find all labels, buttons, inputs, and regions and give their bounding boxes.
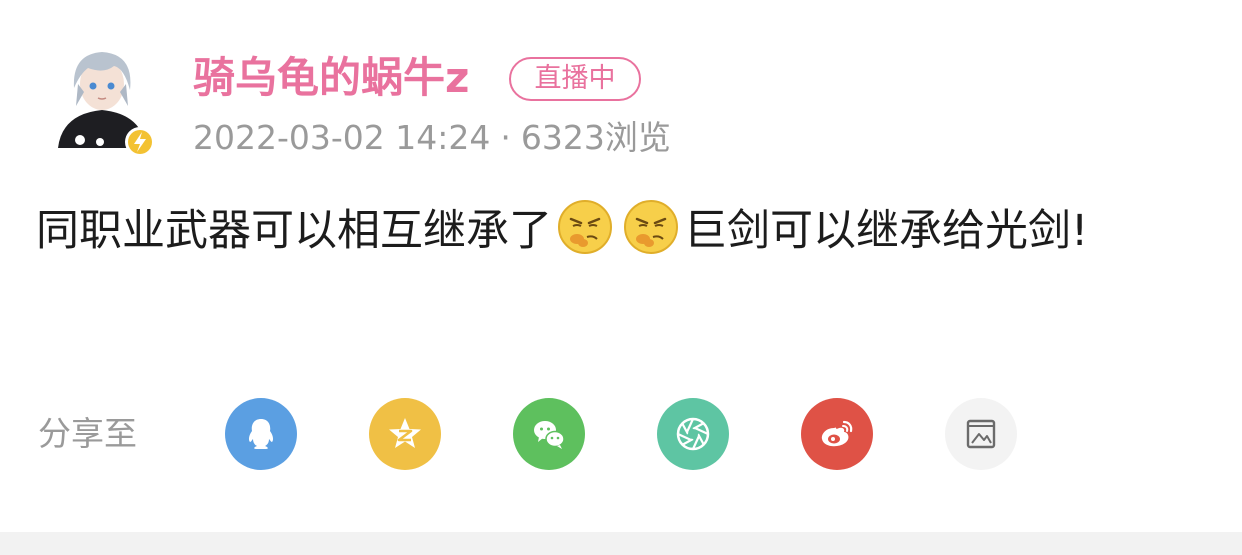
qzone-star-icon: [389, 418, 421, 448]
weibo-icon: [821, 420, 853, 447]
view-count: 6323浏览: [520, 118, 671, 157]
moments-aperture-icon: [676, 417, 710, 451]
share-label: 分享至: [38, 414, 137, 453]
live-badge[interactable]: 直播中: [509, 57, 641, 101]
footer-divider: [0, 532, 1242, 555]
username[interactable]: 骑乌龟的蜗牛z: [193, 52, 469, 104]
fuming-emoji: [623, 199, 679, 255]
meta-separator: ·: [500, 118, 511, 157]
post-meta: 2022-03-02 14:24 · 6323浏览: [193, 116, 671, 160]
save-image-button[interactable]: [945, 398, 1017, 470]
post-content: 同职业武器可以相互继承了 巨剑可以继承给光剑!: [36, 196, 1206, 266]
image-frame-icon: [966, 419, 996, 449]
share-qzone-button[interactable]: [369, 398, 441, 470]
share-wechat-button[interactable]: [513, 398, 585, 470]
wechat-icon: [534, 421, 565, 449]
share-qq-button[interactable]: [225, 398, 297, 470]
post-text-part-1: 同职业武器可以相互继承了: [36, 206, 552, 256]
user-avatar[interactable]: [44, 44, 160, 160]
post-text-part-2: 巨剑可以继承给光剑!: [684, 206, 1089, 256]
qq-icon: [248, 419, 274, 449]
fuming-emoji: [557, 199, 613, 255]
share-moments-button[interactable]: [657, 398, 729, 470]
post-date: 2022-03-02 14:24: [193, 118, 491, 157]
share-weibo-button[interactable]: [801, 398, 873, 470]
